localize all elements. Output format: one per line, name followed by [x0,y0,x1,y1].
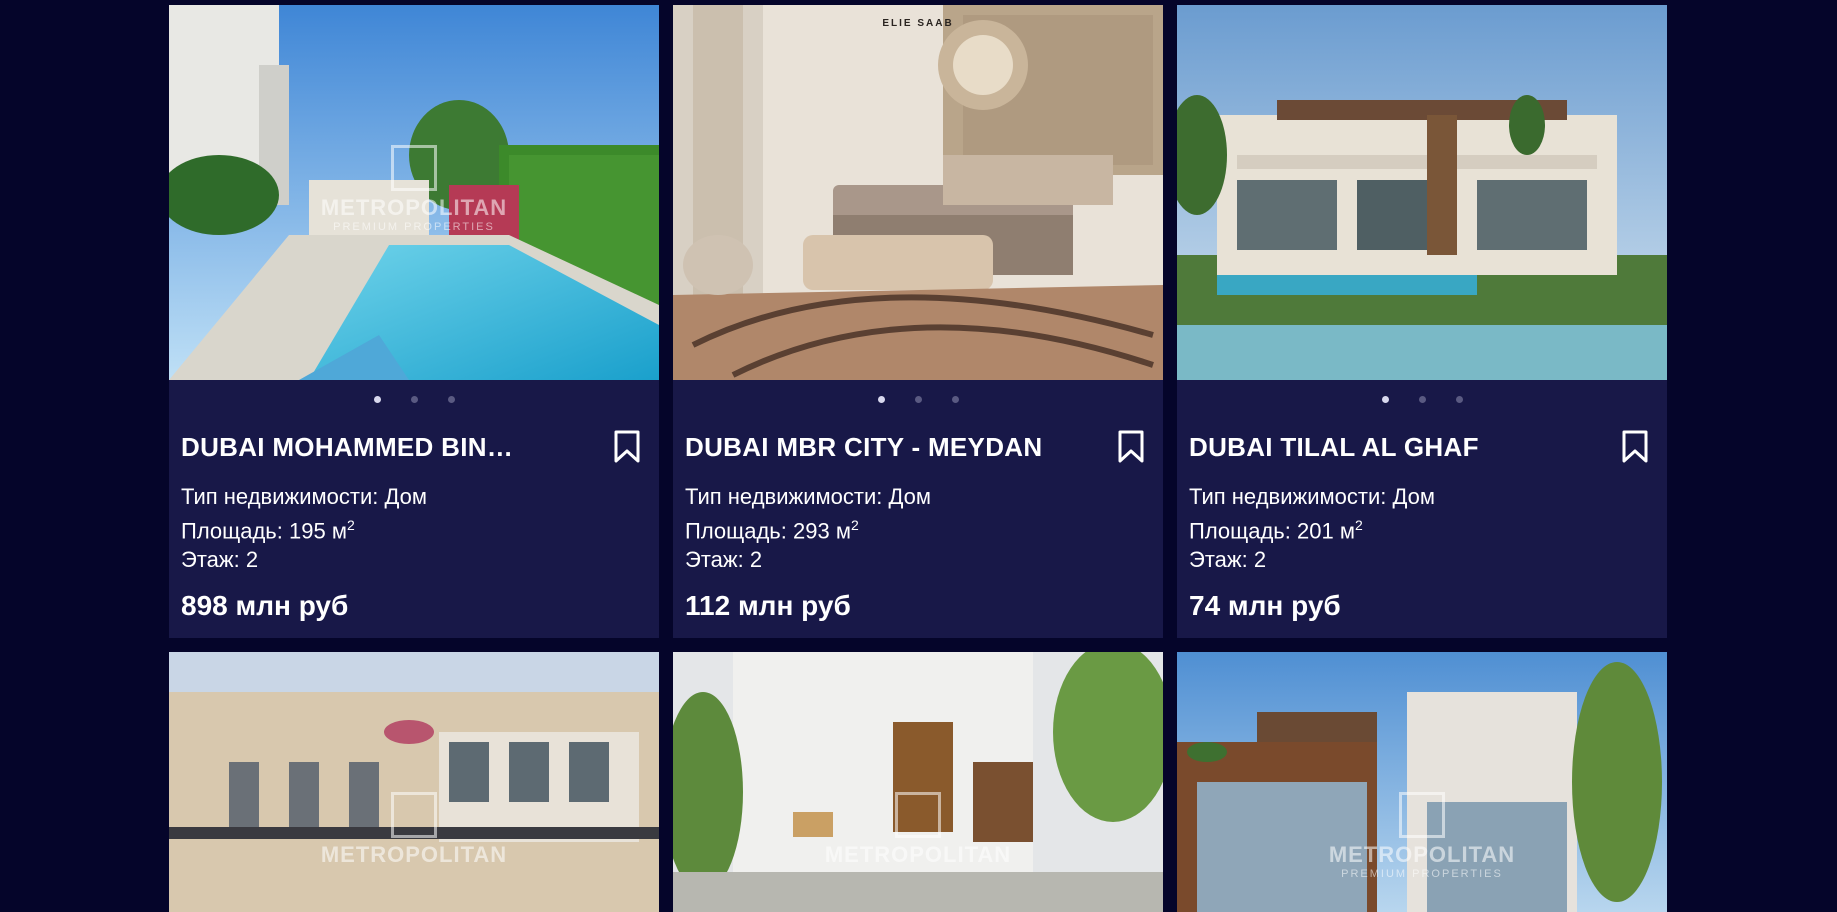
listing-properties: Тип недвижимости: Дом Площадь: 201 м2 Эт… [1189,482,1655,574]
bookmark-icon[interactable] [613,430,641,464]
area-line: Площадь: 201 м2 [1189,517,1363,544]
listing-grid: METROPOLITAN PREMIUM PROPERTIES DUBAI MO… [169,5,1668,912]
listing-card[interactable]: METROPOLITAN PREMIUM PROPERTIES [1177,652,1667,912]
watermark-logo-icon [391,145,437,191]
listing-photo-pool-villa[interactable]: METROPOLITAN PREMIUM PROPERTIES [169,5,659,380]
listing-photo-townhouse[interactable]: METROPOLITAN [169,652,659,912]
area-line: Площадь: 195 м2 [181,517,355,544]
listing-photo-bedroom[interactable]: ELIE SAAB [673,5,1163,380]
listing-card[interactable]: METROPOLITAN PREMIUM PROPERTIES DUBAI MO… [169,5,659,639]
listing-price: 112 млн руб [685,590,851,622]
listing-photo-modern-villa[interactable] [1177,5,1667,380]
listing-title[interactable]: DUBAI MBR CITY - MEYDAN [685,432,1095,463]
listing-card[interactable]: ELIE SAAB DUBAI MBR CITY - MEYDAN Тип не… [673,5,1163,639]
floor-line: Этаж: 2 [685,547,763,573]
bookmark-icon[interactable] [1621,430,1649,464]
listing-title[interactable]: DUBAI TILAL AL GHAF [1189,432,1599,463]
watermark-logo-icon [391,792,437,839]
carousel-dots [169,380,659,418]
bookmark-icon[interactable] [1117,430,1145,464]
listing-title[interactable]: DUBAI MOHAMMED BIN… [181,432,591,463]
watermark: METROPOLITAN [169,792,659,868]
listing-price: 74 млн руб [1189,590,1341,622]
listing-card[interactable]: DUBAI TILAL AL GHAF Тип недвижимости: До… [1177,5,1667,639]
property-type-line: Тип недвижимости: Дом [685,484,931,509]
carousel-dot[interactable] [951,395,959,403]
carousel-dot[interactable] [410,395,418,403]
watermark: METROPOLITAN [673,792,1163,868]
listing-photo-wood-villa[interactable]: METROPOLITAN PREMIUM PROPERTIES [1177,652,1667,912]
carousel-dot[interactable] [1455,395,1463,403]
watermark-logo-icon [895,792,941,839]
watermark-logo-icon [1399,792,1445,839]
watermark: METROPOLITAN PREMIUM PROPERTIES [1177,792,1667,880]
carousel-dot[interactable] [914,395,922,403]
listing-price: 898 млн руб [181,590,349,622]
listing-card[interactable]: METROPOLITAN [169,652,659,912]
listing-properties: Тип недвижимости: Дом Площадь: 195 м2 Эт… [181,482,647,574]
brand-tag: ELIE SAAB [882,18,954,29]
floor-line: Этаж: 2 [181,547,259,573]
carousel-dot[interactable] [1381,395,1389,403]
carousel-dot[interactable] [447,395,455,403]
listing-properties: Тип недвижимости: Дом Площадь: 293 м2 Эт… [685,482,1151,574]
carousel-dot[interactable] [877,395,885,403]
carousel-dots [673,380,1163,418]
property-type-line: Тип недвижимости: Дом [181,484,427,509]
watermark: METROPOLITAN PREMIUM PROPERTIES [169,145,659,233]
listing-photo-white-villa[interactable]: METROPOLITAN [673,652,1163,912]
property-type-line: Тип недвижимости: Дом [1189,484,1435,509]
floor-line: Этаж: 2 [1189,547,1267,573]
area-line: Площадь: 293 м2 [685,517,859,544]
carousel-dot[interactable] [373,395,381,403]
carousel-dots [1177,380,1667,418]
carousel-dot[interactable] [1418,395,1426,403]
listing-card[interactable]: METROPOLITAN [673,652,1163,912]
